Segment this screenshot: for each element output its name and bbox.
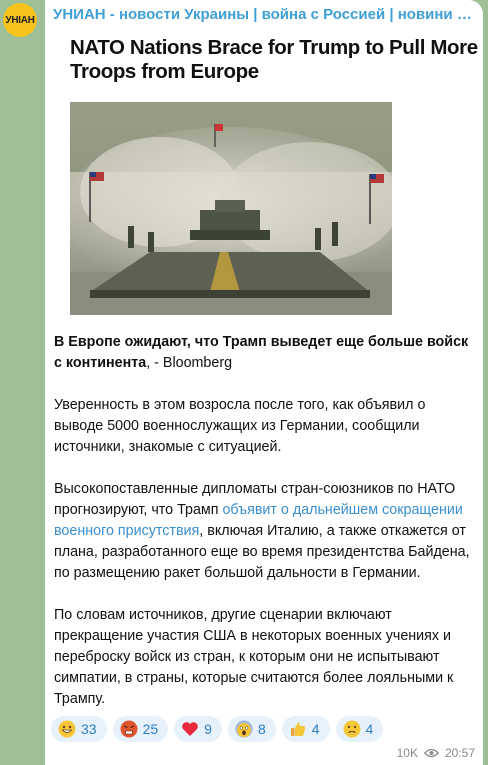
message-time: 20:57 [444, 746, 475, 760]
paragraph-2: Уверенность в этом возросла после того, … [54, 397, 426, 455]
angry-face-emoji-icon [120, 720, 138, 738]
screaming-face-emoji-icon [235, 720, 253, 738]
paragraph-4: По словам источников, другие сценарии вк… [54, 607, 454, 707]
eye-icon [423, 748, 439, 758]
channel-avatar[interactable]: УНІАН [3, 3, 37, 37]
reaction-screaming[interactable]: 8 [227, 716, 276, 742]
reaction-count: 4 [365, 721, 374, 737]
heart-emoji-icon [182, 722, 198, 736]
reactions-bar: 33 25 9 8 4 4 [51, 716, 384, 742]
article-photo[interactable] [70, 102, 392, 315]
avatar-logo-text: УНІАН [5, 14, 35, 26]
reaction-count: 9 [204, 721, 212, 737]
reaction-confused[interactable]: 4 [335, 716, 384, 742]
message-meta: 10K 20:57 [397, 746, 475, 760]
military-bridge-photo [70, 102, 392, 315]
reaction-thumbs-up[interactable]: 4 [281, 716, 330, 742]
confused-face-emoji-icon [343, 720, 361, 738]
reaction-count: 33 [81, 721, 97, 737]
grin-emoji-icon [58, 720, 76, 738]
reaction-angry[interactable]: 25 [112, 716, 169, 742]
lead-paragraph: В Европе ожидают, что Трамп выведет еще … [54, 332, 470, 374]
reaction-heart[interactable]: 9 [174, 716, 222, 742]
article-headline[interactable]: NATO Nations Brace for Trump to Pull Mor… [70, 36, 480, 84]
reaction-count: 4 [311, 721, 320, 737]
message-bubble: УНИАН - новости Украины | война с Россие… [45, 0, 483, 765]
view-count: 10K [396, 746, 418, 760]
reaction-grin[interactable]: 33 [51, 716, 107, 742]
thumbs-up-emoji-icon [290, 722, 305, 736]
article-text: В Европе ожидают, что Трамп выведет еще … [54, 332, 470, 731]
reaction-count: 25 [142, 721, 159, 737]
lead-bold-text: В Европе ожидают, что Трамп выведет еще … [54, 334, 469, 371]
paragraph-3: Высокопоставленные дипломаты стран-союзн… [54, 479, 470, 584]
lead-source-text: , - Bloomberg [146, 355, 233, 371]
channel-name[interactable]: УНИАН - новости Украины | война с Россие… [53, 6, 477, 23]
reaction-count: 8 [257, 721, 266, 737]
